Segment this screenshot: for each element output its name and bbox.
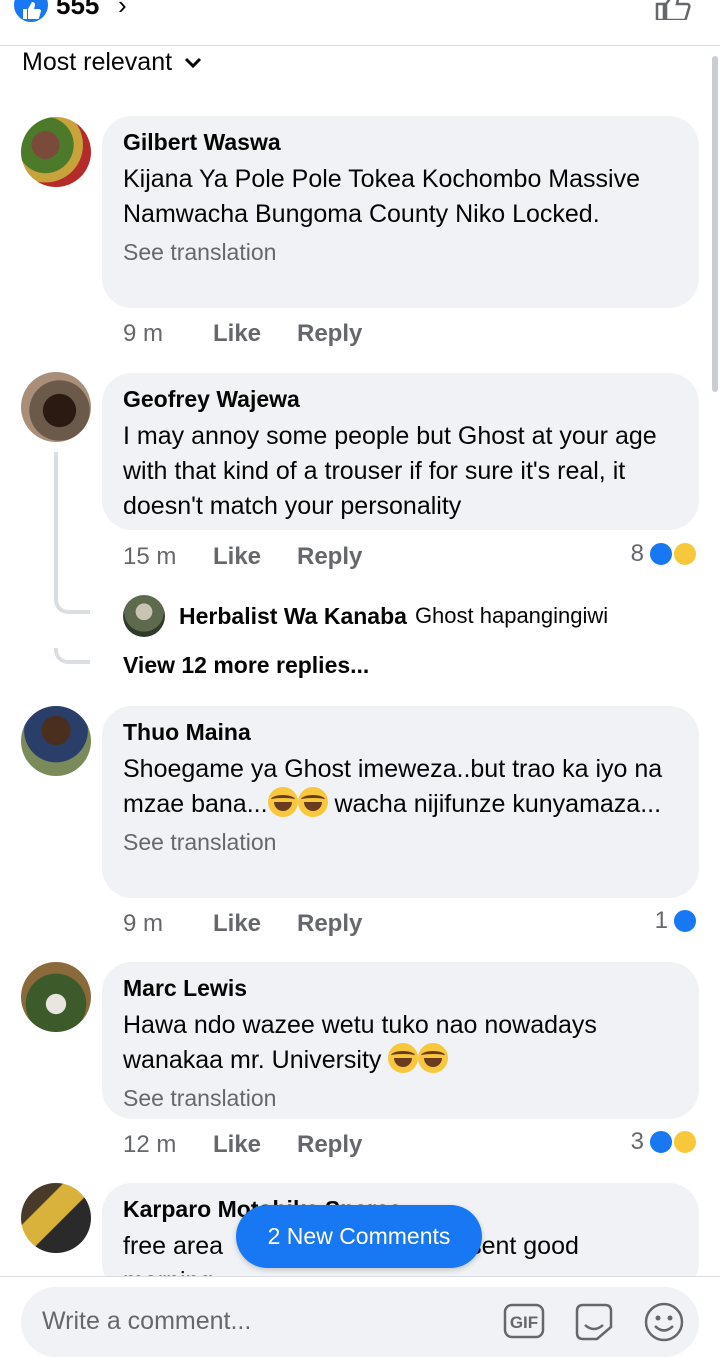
- like-button[interactable]: Like: [213, 543, 297, 571]
- laugh-emoji-icon: [267, 787, 298, 817]
- like-icon: [672, 908, 698, 934]
- see-translation-link[interactable]: See translation: [123, 826, 678, 858]
- reply-button[interactable]: Reply: [297, 910, 362, 938]
- comment-bubble[interactable]: Thuo Maina Shoegame ya Ghost imeweza..bu…: [102, 706, 699, 898]
- chevron-down-icon: [185, 57, 202, 68]
- comment-placeholder: Write a comment...: [42, 1307, 252, 1335]
- avatar[interactable]: [21, 706, 91, 776]
- thumb-up-outline-icon[interactable]: [654, 0, 692, 25]
- reaction-summary[interactable]: 3: [631, 1128, 698, 1156]
- like-button[interactable]: Like: [213, 320, 297, 348]
- view-more-replies[interactable]: View 12 more replies...: [123, 652, 369, 679]
- comment-text: Kijana Ya Pole Pole Tokea Kochombo Massi…: [123, 165, 640, 228]
- comment-bubble[interactable]: Marc Lewis Hawa ndo wazee wetu tuko nao …: [102, 962, 699, 1119]
- reply-button[interactable]: Reply: [297, 320, 362, 348]
- reaction-summary[interactable]: 1: [655, 907, 698, 935]
- gif-icon[interactable]: GIF: [503, 1303, 545, 1344]
- comment-bubble[interactable]: Geofrey Wajewa I may annoy some people b…: [102, 373, 699, 530]
- reaction-count: 8: [630, 540, 644, 567]
- comment-author[interactable]: Marc Lewis: [123, 974, 678, 1002]
- emoji-icon[interactable]: [643, 1301, 685, 1348]
- comment-author[interactable]: Thuo Maina: [123, 718, 678, 746]
- sort-dropdown[interactable]: Most relevant: [22, 48, 202, 77]
- see-translation-link[interactable]: See translation: [123, 1082, 678, 1114]
- new-comments-button[interactable]: 2 New Comments: [236, 1205, 482, 1268]
- comment-actions: 12 m Like Reply: [123, 1131, 362, 1159]
- thread-line: [54, 452, 58, 602]
- laugh-emoji-icon: [672, 1129, 698, 1155]
- thread-connector: [54, 648, 90, 664]
- reaction-count: 3: [630, 1128, 644, 1155]
- comment-time: 12 m: [123, 1131, 177, 1158]
- comment-author[interactable]: Geofrey Wajewa: [123, 385, 678, 413]
- like-button[interactable]: Like: [213, 1131, 297, 1159]
- laugh-emoji-icon: [672, 541, 698, 567]
- reaction-count[interactable]: 555: [56, 0, 99, 21]
- thread-connector: [54, 598, 90, 614]
- comment-actions: 9 m Like Reply: [123, 320, 362, 348]
- comment-time: 9 m: [123, 320, 164, 347]
- like-icon: [14, 0, 48, 22]
- reply-preview[interactable]: Herbalist Wa Kanaba Ghost hapangingiwi: [123, 595, 608, 637]
- comment-bubble[interactable]: Gilbert Waswa Kijana Ya Pole Pole Tokea …: [102, 116, 699, 308]
- laugh-emoji-icon: [297, 787, 328, 817]
- comment-composer-bar: Write a comment... GIF: [0, 1276, 720, 1367]
- laugh-emoji-icon: [388, 1043, 419, 1073]
- comment-text: I may annoy some people but Ghost at you…: [123, 422, 657, 520]
- reaction-summary[interactable]: 8: [631, 540, 698, 568]
- comment-text: Hawa ndo wazee wetu tuko nao nowadays wa…: [123, 1011, 597, 1074]
- sticker-icon[interactable]: [573, 1301, 615, 1348]
- avatar[interactable]: [21, 372, 91, 442]
- see-translation-link[interactable]: See translation: [123, 236, 678, 268]
- avatar[interactable]: [21, 117, 91, 187]
- laugh-emoji-icon: [418, 1043, 449, 1073]
- reply-button[interactable]: Reply: [297, 1131, 362, 1159]
- svg-text:GIF: GIF: [510, 1313, 538, 1332]
- comment-author[interactable]: Gilbert Waswa: [123, 128, 678, 156]
- reaction-count: 1: [654, 907, 668, 934]
- comment-actions: 9 m Like Reply: [123, 910, 362, 938]
- avatar[interactable]: [21, 1183, 91, 1253]
- chevron-right-icon[interactable]: ›: [118, 0, 127, 21]
- like-button[interactable]: Like: [213, 910, 297, 938]
- like-icon: [648, 541, 674, 567]
- reactions-header: 555 ›: [0, 0, 720, 46]
- avatar[interactable]: [123, 595, 165, 637]
- reply-text: Ghost hapangingiwi: [414, 603, 609, 628]
- sort-label: Most relevant: [22, 48, 173, 76]
- comment-time: 9 m: [123, 910, 164, 937]
- comment-text: Shoegame ya Ghost imeweza..but trao ka i…: [123, 755, 663, 818]
- like-icon: [648, 1129, 674, 1155]
- comment-time: 15 m: [123, 543, 177, 570]
- comment-input[interactable]: Write a comment... GIF: [21, 1287, 699, 1357]
- comment-actions: 15 m Like Reply: [123, 543, 362, 571]
- avatar[interactable]: [21, 962, 91, 1032]
- scrollbar[interactable]: [712, 56, 718, 392]
- reply-button[interactable]: Reply: [297, 543, 362, 571]
- reply-author[interactable]: Herbalist Wa Kanaba: [179, 603, 407, 630]
